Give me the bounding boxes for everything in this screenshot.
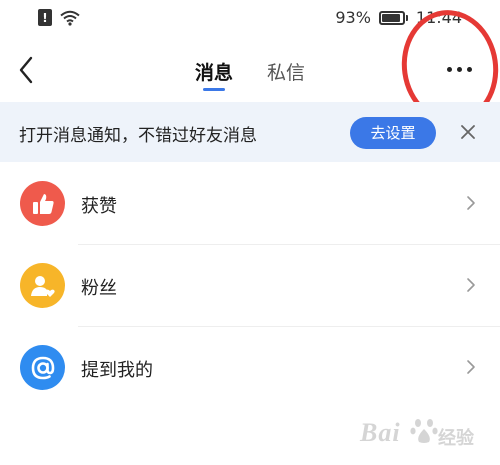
- message-category-list: 获赞 粉丝 提到我的: [0, 162, 500, 408]
- go-settings-button[interactable]: 去设置: [350, 117, 436, 149]
- more-dots-icon: [447, 67, 452, 72]
- list-item-likes[interactable]: 获赞: [0, 162, 500, 244]
- chevron-right-icon: [467, 278, 475, 292]
- tab-private-messages-label: 私信: [267, 62, 306, 84]
- tab-active-indicator: [202, 88, 225, 91]
- more-dot: [467, 67, 472, 72]
- list-item-followers-label: 粉丝: [81, 278, 117, 299]
- header: 消息 私信: [0, 38, 500, 102]
- list-item-followers[interactable]: 粉丝: [0, 244, 500, 326]
- watermark-sub-text: 经验: [438, 428, 474, 449]
- thumbs-up-icon: [20, 181, 65, 226]
- tab-messages-label: 消息: [194, 62, 233, 84]
- banner-text: 打开消息通知，不错过好友消息: [19, 126, 257, 146]
- list-item-mentions-label: 提到我的: [81, 360, 153, 381]
- status-bar: ! 93% 11:44: [0, 0, 500, 38]
- list-item-mentions[interactable]: 提到我的: [0, 326, 500, 408]
- tab-private-messages[interactable]: 私信: [267, 58, 305, 85]
- status-left: !: [38, 9, 80, 26]
- tab-bar: 消息 私信: [0, 58, 500, 91]
- list-item-likes-label: 获赞: [81, 196, 117, 217]
- watermark-text: Bai: [360, 418, 401, 447]
- battery-icon: [378, 10, 408, 25]
- banner-close-button[interactable]: [458, 120, 478, 144]
- status-time: 11:44: [415, 8, 462, 27]
- notification-banner: 打开消息通知，不错过好友消息 去设置: [0, 102, 500, 162]
- status-right: 93% 11:44: [335, 8, 462, 27]
- wifi-icon: [60, 10, 80, 26]
- paw-logo-icon: [410, 419, 438, 443]
- battery-fill: [381, 13, 401, 22]
- chevron-right-icon: [467, 196, 475, 210]
- close-icon: [461, 125, 475, 139]
- battery-percent: 93%: [335, 8, 371, 27]
- more-dot: [457, 67, 462, 72]
- at-sign-icon: [20, 345, 65, 390]
- baidu-jingyan-watermark: Bai 经验: [360, 410, 495, 460]
- tab-messages[interactable]: 消息: [194, 58, 233, 91]
- more-button[interactable]: [436, 54, 482, 84]
- follower-icon: [20, 263, 65, 308]
- chevron-right-icon: [467, 360, 475, 374]
- exclamation-icon: !: [38, 9, 52, 26]
